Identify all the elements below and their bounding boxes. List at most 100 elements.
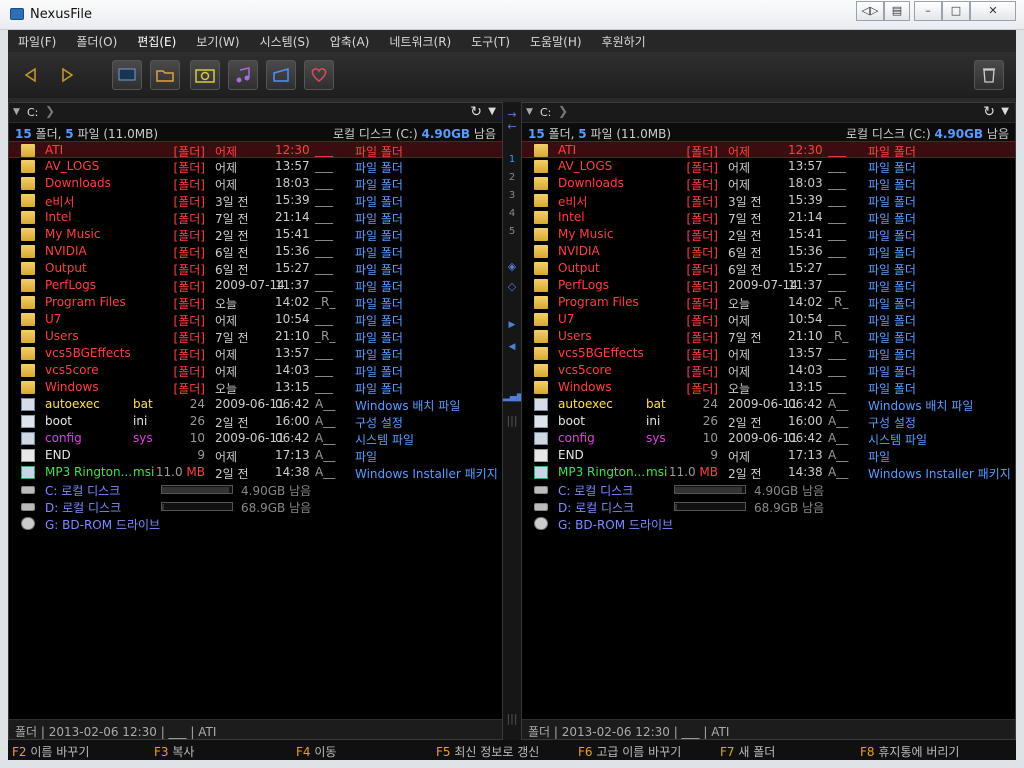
file-row[interactable]: autoexec bat 24 2009-06-11 06:42 A__ Windows 배…: [9, 396, 502, 413]
drive-row[interactable]: D: 로컬 디스크 68.9GB 남음: [9, 498, 502, 515]
path-dropdown-icon[interactable]: ▼: [526, 107, 533, 117]
drive-row[interactable]: C: 로컬 디스크 4.90GB 남음: [9, 481, 502, 498]
file-row[interactable]: Users [폴더] 7일 전 21:10 _R_ 파일 폴더: [522, 328, 1015, 345]
menu-item[interactable]: 네트워크(R): [389, 33, 451, 50]
file-row[interactable]: e비서 [폴더] 3일 전 15:39 ___ 파일 폴더: [9, 192, 502, 209]
bar-chart-icon[interactable]: ▂▄▆: [503, 392, 524, 402]
drive-row[interactable]: D: 로컬 디스크 68.9GB 남음: [522, 498, 1015, 515]
fkey-f7[interactable]: F7 새 폴더: [720, 743, 775, 760]
settings-button[interactable]: ▤: [884, 1, 910, 21]
diamond-filled-icon[interactable]: ◈: [503, 260, 521, 273]
file-row[interactable]: Windows [폴더] 오늘 13:15 ___ 파일 폴더: [522, 379, 1015, 396]
menu-item[interactable]: 압축(A): [330, 33, 370, 50]
drive-row[interactable]: G: BD-ROM 드라이브: [9, 515, 502, 532]
right-file-panel[interactable]: ▼ C: ❯ ↻ ▼ 15 폴더, 5 파일 (11.0MB) 로컬 디스크 (…: [521, 102, 1016, 740]
file-row[interactable]: MP3 Rington... msi 11.0 MB 2일 전 14:38 A__ Wind…: [522, 464, 1015, 481]
play-left-icon[interactable]: ◀: [503, 342, 521, 352]
menu-item[interactable]: 보기(W): [196, 33, 239, 50]
close-button[interactable]: ✕: [970, 1, 1016, 21]
play-right-icon[interactable]: ▶: [503, 320, 521, 330]
file-row[interactable]: NVIDIA [폴더] 6일 전 15:36 ___ 파일 폴더: [9, 243, 502, 260]
fkey-f2[interactable]: F2 이름 바꾸기: [12, 743, 89, 760]
refresh-icon[interactable]: ↻: [470, 104, 482, 120]
file-row[interactable]: boot ini 26 2일 전 16:00 A__ 구성 설정: [9, 413, 502, 430]
heart-icon[interactable]: [304, 60, 334, 90]
fkey-f8[interactable]: F8 휴지통에 버리기: [860, 743, 959, 760]
path-text[interactable]: C:: [27, 106, 38, 119]
menu-item[interactable]: 도움말(H): [530, 33, 582, 50]
file-row[interactable]: vcs5core [폴더] 어제 14:03 ___ 파일 폴더: [522, 362, 1015, 379]
tab-number-3[interactable]: 3: [503, 190, 521, 201]
menu-item[interactable]: 도구(T): [471, 33, 510, 50]
menu-item[interactable]: 시스템(S): [260, 33, 310, 50]
trash-icon[interactable]: [974, 60, 1004, 90]
file-row[interactable]: My Music [폴더] 2일 전 15:41 ___ 파일 폴더: [522, 226, 1015, 243]
file-row[interactable]: vcs5BGEffects [폴더] 어제 13:57 ___ 파일 폴더: [522, 345, 1015, 362]
copy-left-arrow-icon[interactable]: ←: [503, 120, 521, 133]
file-row[interactable]: My Music [폴더] 2일 전 15:41 ___ 파일 폴더: [9, 226, 502, 243]
file-row[interactable]: AV_LOGS [폴더] 어제 13:57 ___ 파일 폴더: [522, 158, 1015, 175]
panel-menu-dropdown-icon[interactable]: ▼: [1001, 106, 1009, 117]
tab-number-5[interactable]: 5: [503, 226, 521, 237]
file-row[interactable]: autoexec bat 24 2009-06-11 06:42 A__ Windows 배…: [522, 396, 1015, 413]
maximize-button[interactable]: □: [942, 1, 970, 21]
file-row[interactable]: Output [폴더] 6일 전 15:27 ___ 파일 폴더: [522, 260, 1015, 277]
grip-icon[interactable]: |||: [503, 414, 521, 427]
minimize-button[interactable]: –: [914, 1, 942, 21]
file-row[interactable]: PerfLogs [폴더] 2009-07-14 11:37 ___ 파일 폴더: [522, 277, 1015, 294]
left-file-panel[interactable]: ▼ C: ❯ ↻ ▼ 15 폴더, 5 파일 (11.0MB) 로컬 디스크 (…: [8, 102, 503, 740]
file-row[interactable]: config sys 10 2009-06-11 06:42 A__ 시스템 파일: [522, 430, 1015, 447]
file-row[interactable]: Intel [폴더] 7일 전 21:14 ___ 파일 폴더: [522, 209, 1015, 226]
panel-menu-dropdown-icon[interactable]: ▼: [488, 106, 496, 117]
forward-arrow-icon[interactable]: [52, 60, 82, 90]
file-row[interactable]: Windows [폴더] 오늘 13:15 ___ 파일 폴더: [9, 379, 502, 396]
file-row[interactable]: U7 [폴더] 어제 10:54 ___ 파일 폴더: [522, 311, 1015, 328]
camera-icon[interactable]: [190, 60, 220, 90]
folder-icon[interactable]: [150, 60, 180, 90]
file-row[interactable]: END 9 어제 17:13 A__ 파일: [9, 447, 502, 464]
file-row[interactable]: Downloads [폴더] 어제 18:03 ___ 파일 폴더: [522, 175, 1015, 192]
file-row[interactable]: PerfLogs [폴더] 2009-07-14 11:37 ___ 파일 폴더: [9, 277, 502, 294]
file-row[interactable]: vcs5BGEffects [폴더] 어제 13:57 ___ 파일 폴더: [9, 345, 502, 362]
menu-item[interactable]: 파일(F): [18, 33, 56, 50]
file-row[interactable]: e비서 [폴더] 3일 전 15:39 ___ 파일 폴더: [522, 192, 1015, 209]
fkey-f3[interactable]: F3 복사: [154, 743, 194, 760]
tab-number-1[interactable]: 1: [503, 154, 521, 165]
drive-row[interactable]: C: 로컬 디스크 4.90GB 남음: [522, 481, 1015, 498]
file-row[interactable]: Program Files [폴더] 오늘 14:02 _R_ 파일 폴더: [9, 294, 502, 311]
resize-grip-icon[interactable]: |||: [503, 712, 521, 725]
file-row[interactable]: boot ini 26 2일 전 16:00 A__ 구성 설정: [522, 413, 1015, 430]
music-note-icon[interactable]: [228, 60, 258, 90]
file-row[interactable]: AV_LOGS [폴더] 어제 13:57 ___ 파일 폴더: [9, 158, 502, 175]
file-row[interactable]: Output [폴더] 6일 전 15:27 ___ 파일 폴더: [9, 260, 502, 277]
file-row[interactable]: Intel [폴더] 7일 전 21:14 ___ 파일 폴더: [9, 209, 502, 226]
panel-swap-button[interactable]: ◁▷: [856, 1, 884, 21]
refresh-icon[interactable]: ↻: [983, 104, 995, 120]
file-row[interactable]: Program Files [폴더] 오늘 14:02 _R_ 파일 폴더: [522, 294, 1015, 311]
file-row[interactable]: NVIDIA [폴더] 6일 전 15:36 ___ 파일 폴더: [522, 243, 1015, 260]
path-bar[interactable]: ▼ C: ❯ ↻ ▼: [9, 103, 502, 123]
file-row[interactable]: Users [폴더] 7일 전 21:10 _R_ 파일 폴더: [9, 328, 502, 345]
path-text[interactable]: C:: [540, 106, 551, 119]
menu-item[interactable]: 폴더(O): [76, 33, 117, 50]
diamond-outline-icon[interactable]: ◇: [503, 280, 521, 293]
tab-number-4[interactable]: 4: [503, 208, 521, 219]
tag-icon[interactable]: [266, 60, 296, 90]
screen-icon[interactable]: [112, 60, 142, 90]
fkey-f6[interactable]: F6 고급 이름 바꾸기: [578, 743, 681, 760]
file-row[interactable]: U7 [폴더] 어제 10:54 ___ 파일 폴더: [9, 311, 502, 328]
file-row[interactable]: vcs5core [폴더] 어제 14:03 ___ 파일 폴더: [9, 362, 502, 379]
menu-item[interactable]: 편집(E): [137, 33, 176, 50]
file-row[interactable]: Downloads [폴더] 어제 18:03 ___ 파일 폴더: [9, 175, 502, 192]
fkey-f4[interactable]: F4 이동: [296, 743, 336, 760]
path-bar[interactable]: ▼ C: ❯ ↻ ▼: [522, 103, 1015, 123]
file-row[interactable]: MP3 Rington... msi 11.0 MB 2일 전 14:38 A__ Wind…: [9, 464, 502, 481]
file-row[interactable]: config sys 10 2009-06-11 06:42 A__ 시스템 파일: [9, 430, 502, 447]
path-dropdown-icon[interactable]: ▼: [13, 107, 20, 117]
fkey-f5[interactable]: F5 최신 정보로 갱신: [436, 743, 539, 760]
menu-item[interactable]: 후원하기: [602, 33, 646, 50]
tab-number-2[interactable]: 2: [503, 172, 521, 183]
file-row[interactable]: ATI [폴더] 어제 12:30 ___ 파일 폴더: [522, 141, 1015, 159]
drive-row[interactable]: G: BD-ROM 드라이브: [522, 515, 1015, 532]
back-arrow-icon[interactable]: [16, 60, 46, 90]
